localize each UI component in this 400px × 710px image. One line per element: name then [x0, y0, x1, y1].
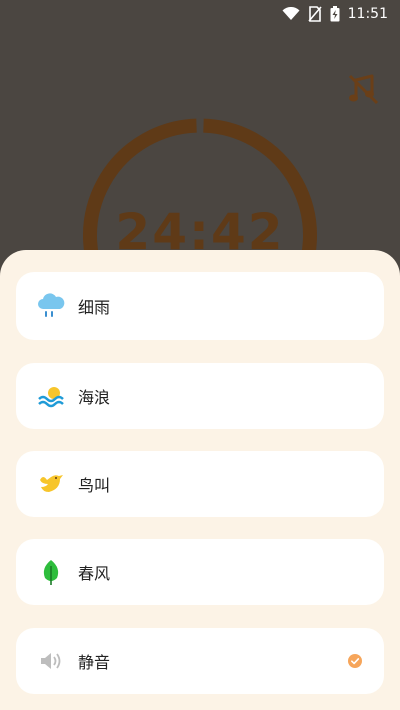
sound-option-label: 静音	[78, 653, 111, 672]
sound-selection-sheet: 细雨 海浪 鸟叫 春风 静音	[0, 250, 400, 710]
sound-option-label: 海浪	[78, 388, 111, 407]
mute-speaker-icon	[36, 646, 66, 676]
bird-icon	[36, 469, 66, 499]
sound-option-label: 春风	[78, 564, 111, 583]
sound-option-spring-breeze[interactable]: 春风	[16, 539, 384, 605]
wifi-icon	[282, 7, 300, 20]
selected-check-icon	[348, 654, 362, 668]
status-time: 11:51	[347, 6, 388, 22]
status-bar: 11:51	[0, 0, 400, 28]
sun-waves-icon	[36, 381, 66, 411]
battery-charging-icon	[330, 6, 340, 22]
sound-option-mute[interactable]: 静音	[16, 628, 384, 694]
sound-option-rain[interactable]: 细雨	[16, 272, 384, 340]
music-off-icon	[348, 74, 379, 105]
sound-option-label: 鸟叫	[78, 476, 111, 495]
leaf-icon	[36, 557, 66, 587]
sound-option-waves[interactable]: 海浪	[16, 363, 384, 429]
no-sim-icon	[308, 6, 322, 22]
cloud-rain-icon	[36, 291, 66, 321]
sound-option-birds[interactable]: 鸟叫	[16, 451, 384, 517]
music-off-button[interactable]	[344, 70, 382, 108]
sound-option-label: 细雨	[78, 298, 111, 317]
